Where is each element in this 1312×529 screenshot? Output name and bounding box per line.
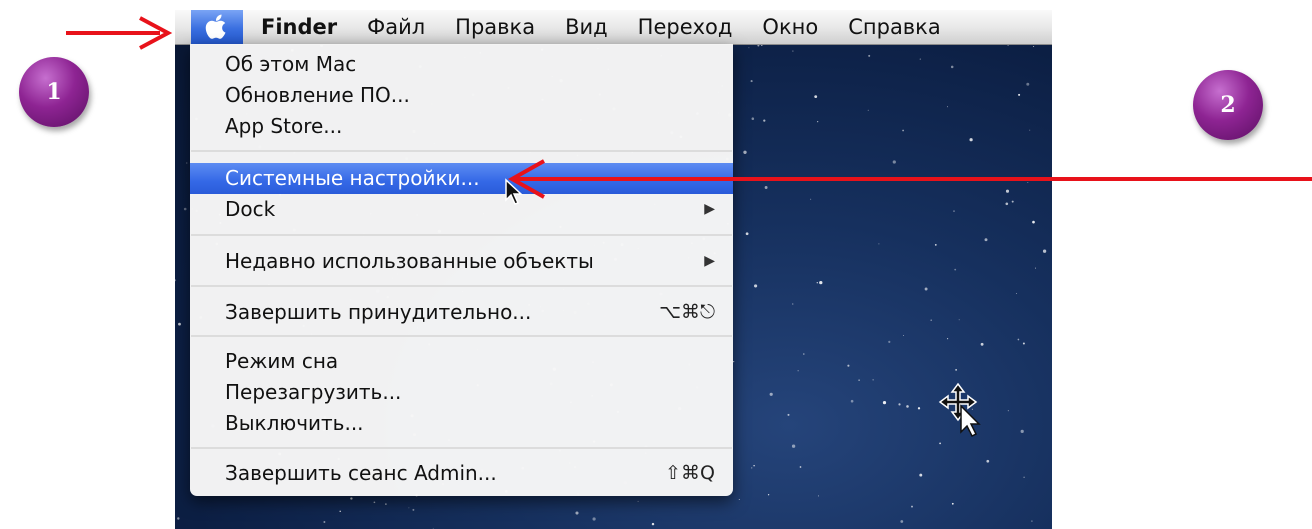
move-cursor-icon	[938, 382, 981, 438]
annotation-layer	[66, 16, 1312, 438]
annotation-arrow-1	[66, 16, 173, 50]
step-badge-2: 2	[1193, 70, 1263, 140]
step-badge-1: 1	[19, 57, 89, 127]
annotation-arrow-2	[507, 159, 1312, 199]
